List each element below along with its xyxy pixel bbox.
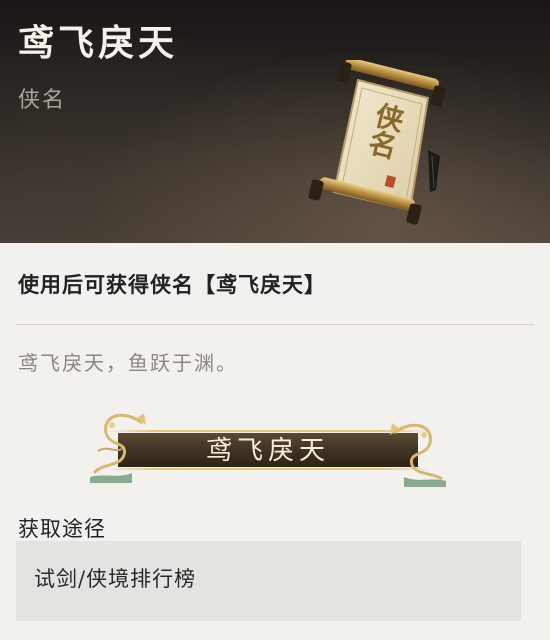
flavor-text: 鸢飞戾天，鱼跃于渊。 — [18, 351, 238, 375]
title-banner: 鸢飞戾天 — [88, 403, 448, 493]
item-title: 鸢飞戾天 — [18, 22, 179, 64]
scroll-icon: 侠名 — [300, 57, 460, 230]
item-details: 使用后可获得侠名【鸢飞戾天】 鸢飞戾天，鱼跃于渊。 鸢飞戾天 获取途径 试剑/侠… — [0, 243, 550, 640]
divider — [16, 324, 534, 325]
item-header: 鸢飞戾天 侠名 侠名 — [0, 0, 550, 243]
banner-title: 鸢飞戾天 — [205, 436, 330, 466]
obtain-description: 使用后可获得侠名【鸢飞戾天】 — [18, 272, 326, 297]
source-box: 试剑/侠境排行榜 — [16, 541, 521, 621]
item-type-label: 侠名 — [18, 88, 67, 113]
source-value: 试剑/侠境排行榜 — [34, 567, 197, 591]
source-heading: 获取途径 — [18, 517, 106, 541]
